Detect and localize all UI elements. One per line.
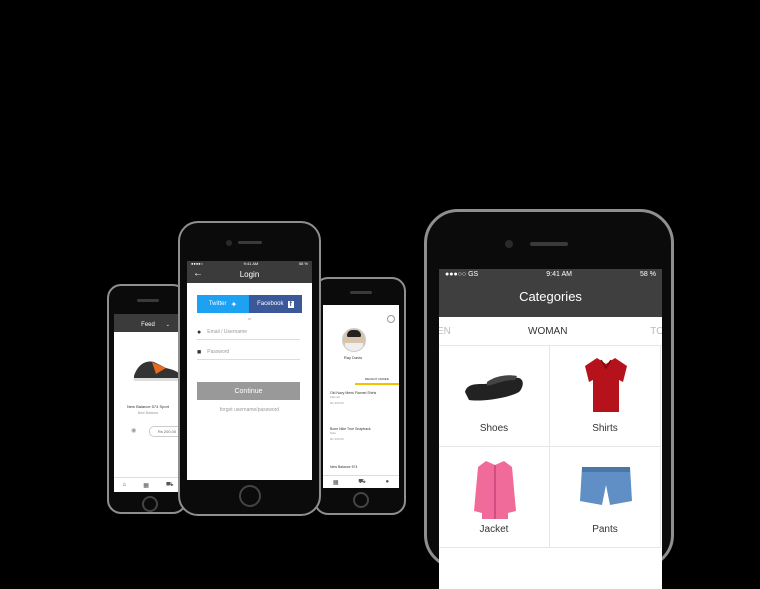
feed-title: Feed: [141, 322, 155, 328]
status-bar: ●●●●○ 9:41 AM 58 %: [191, 261, 308, 266]
user-icon[interactable]: ●: [385, 479, 389, 485]
home-button[interactable]: [142, 496, 158, 512]
shoe-image: [465, 375, 523, 401]
tab-toddler[interactable]: TO: [650, 326, 662, 337]
profile-tabbar: ▦ ⛟ ●: [323, 475, 399, 488]
shirt-image: [585, 358, 627, 412]
settings-gear-icon[interactable]: [387, 315, 395, 323]
tab-men[interactable]: EN: [439, 326, 451, 337]
scene: { "feed_phone": { "title": "Feed", "prod…: [0, 0, 760, 589]
categories-header: ●●●○○ GS 9:41 AM 58 % Categories: [439, 269, 662, 317]
tab-woman[interactable]: WOMAN: [528, 326, 567, 337]
phone-categories: ●●●○○ GS 9:41 AM 58 % Categories EN WOMA…: [424, 209, 674, 589]
sneaker-image: [134, 361, 180, 381]
lock-icon: ■: [197, 348, 202, 356]
category-pants[interactable]: Pants: [550, 447, 661, 548]
login-header: ●●●●○ 9:41 AM 58 % ← Login: [187, 261, 312, 283]
email-field[interactable]: ● Email / Username: [197, 325, 300, 340]
profile-name: Ray Davis: [343, 355, 363, 360]
speaker: [350, 291, 372, 294]
categories-title: Categories: [519, 289, 582, 304]
category-label: Pants: [592, 524, 618, 535]
category-shirts[interactable]: Shirts: [550, 346, 661, 447]
twitter-bird-icon: ✦: [230, 299, 238, 309]
status-bar: ●●●○○ GS 9:41 AM 58 %: [445, 271, 656, 278]
category-label: Shirts: [592, 423, 618, 434]
feed-screen: Feed ⌄ New Balance 574 Sport New Balance…: [114, 314, 182, 492]
categories-screen: ●●●○○ GS 9:41 AM 58 % Categories EN WOMA…: [439, 269, 662, 589]
grid-icon[interactable]: ▦: [143, 482, 149, 489]
category-jacket[interactable]: Jacket: [439, 447, 550, 548]
home-button[interactable]: [353, 492, 369, 508]
user-icon: ●: [197, 328, 202, 336]
home-icon[interactable]: ⌂: [123, 482, 127, 488]
tab-recent-order[interactable]: RECENT ORDER: [355, 375, 399, 385]
password-field[interactable]: ■ Password: [197, 345, 300, 360]
category-shoes[interactable]: Shoes: [439, 346, 550, 447]
product-brand: New Balance: [137, 411, 159, 415]
list-item[interactable]: New Balance 574: [330, 465, 395, 469]
facebook-button[interactable]: Facebook f: [249, 295, 302, 313]
cart-icon[interactable]: ⛟: [166, 481, 174, 489]
continue-button[interactable]: Continue: [197, 382, 300, 400]
shorts-image: [580, 467, 632, 505]
phone-login: ●●●●○ 9:41 AM 58 % ← Login Twitter ✦ Fac…: [178, 221, 321, 516]
feed-header: Feed ⌄: [114, 314, 182, 332]
eye-icon[interactable]: ◉: [131, 427, 136, 434]
jacket-image: [474, 461, 516, 519]
speaker: [530, 242, 568, 246]
category-label: Shoes: [479, 423, 509, 434]
grid-icon[interactable]: ▦: [333, 479, 339, 486]
phone-feed: Feed ⌄ New Balance 574 Sport New Balance…: [107, 284, 187, 514]
facebook-icon: f: [287, 300, 294, 308]
camera: [505, 240, 513, 248]
or-divider: or: [247, 316, 252, 321]
home-button[interactable]: [239, 485, 261, 507]
login-title: Login: [239, 270, 260, 279]
twitter-button[interactable]: Twitter ✦: [197, 295, 249, 313]
list-item[interactable]: Old Navy Mens Flannel Shirts Flannel Rs …: [330, 391, 395, 405]
phone-profile: Ray Davis RECENT ORDER Old Navy Mens Fla…: [314, 277, 406, 515]
chevron-down-icon[interactable]: ⌄: [166, 322, 170, 328]
product-name: New Balance 574 Sport: [126, 404, 170, 409]
camera: [226, 240, 232, 246]
speaker: [238, 241, 262, 244]
avatar: [342, 328, 366, 352]
login-screen: ●●●●○ 9:41 AM 58 % ← Login Twitter ✦ Fac…: [187, 261, 312, 480]
feed-tabbar: ⌂ ▦ ⛟: [114, 477, 182, 492]
list-item[interactable]: Bone Nike True Snapback Nike Rs 300.00: [330, 427, 395, 441]
profile-screen: Ray Davis RECENT ORDER Old Navy Mens Fla…: [323, 305, 399, 488]
category-tabs: EN WOMAN TO: [439, 317, 662, 346]
category-label: Jacket: [479, 524, 509, 535]
cart-icon[interactable]: ⛟: [358, 478, 366, 486]
speaker: [137, 299, 159, 302]
forgot-link[interactable]: forgot username/password: [187, 407, 312, 413]
